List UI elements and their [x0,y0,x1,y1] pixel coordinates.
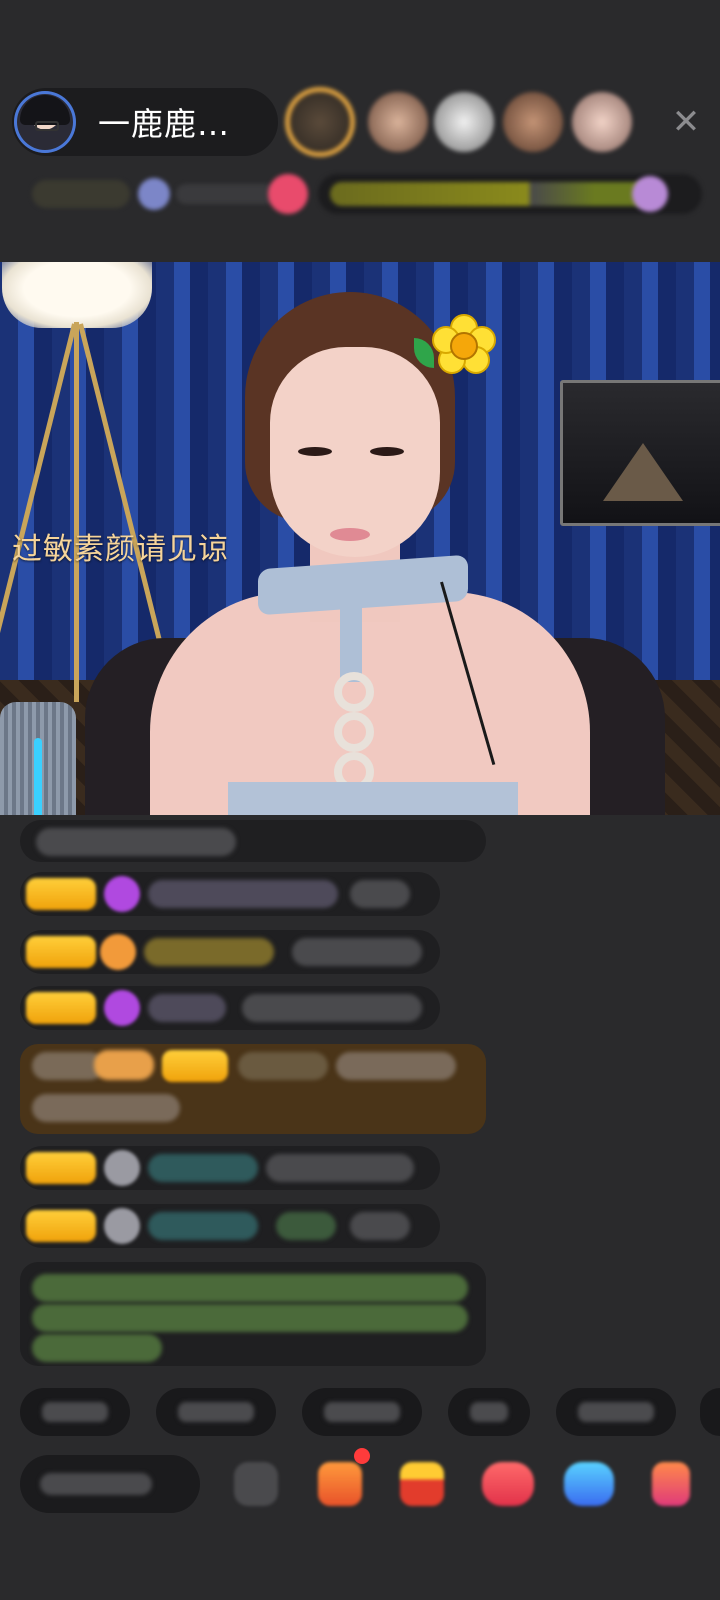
diamond-icon [104,990,140,1026]
streamer [270,347,440,557]
level-badge [26,1152,96,1184]
quick-reply-button[interactable] [156,1388,276,1436]
quick-reply-button[interactable] [302,1388,422,1436]
quick-reply-button[interactable] [556,1388,676,1436]
chat-message[interactable] [20,1146,440,1190]
system-notice [20,1262,486,1366]
floor-lamp [2,262,152,328]
host-avatar[interactable] [14,91,76,153]
level-badge [26,878,96,910]
quick-reply-button[interactable] [20,1388,130,1436]
treasure-chest-icon[interactable] [400,1462,444,1506]
viewer-avatar[interactable] [290,92,350,152]
status-badges-row [20,172,710,216]
notification-dot [354,1448,370,1464]
fish-tank [560,380,720,526]
chat-message[interactable] [20,986,440,1030]
avatar [104,1150,140,1186]
red-packet-icon[interactable] [482,1462,534,1506]
flame-icon [100,934,136,970]
emoji-icon[interactable] [234,1462,278,1506]
chat-message-highlight[interactable] [20,1044,486,1134]
chat-message[interactable] [20,872,440,916]
chat-message[interactable] [20,1204,440,1248]
level-badge [26,992,96,1024]
chat-message[interactable] [20,820,486,862]
live-video[interactable]: 过敏素颜请见谅 [0,262,720,815]
gift-icon[interactable] [652,1462,690,1506]
gift-box-icon[interactable] [318,1462,362,1506]
viewer-avatar[interactable] [434,92,494,152]
quick-reply-button[interactable] [448,1388,530,1436]
chat-message[interactable] [20,930,440,974]
game-controller-icon[interactable] [564,1462,614,1506]
viewer-avatar[interactable] [572,92,632,152]
close-icon[interactable]: ✕ [668,104,704,140]
level-badge [26,936,96,968]
viewer-avatar[interactable] [368,92,428,152]
viewer-avatar[interactable] [503,92,563,152]
level-badge [26,1210,96,1242]
flower-sticker-icon [432,314,496,374]
avatar [104,1208,140,1244]
chat-input[interactable] [20,1455,200,1513]
host-info[interactable]: 一鹿鹿… [12,88,278,156]
quick-reply-button[interactable] [700,1388,720,1436]
host-name: 一鹿鹿… [98,105,231,143]
stream-caption: 过敏素颜请见谅 [12,532,229,567]
diamond-icon [104,876,140,912]
